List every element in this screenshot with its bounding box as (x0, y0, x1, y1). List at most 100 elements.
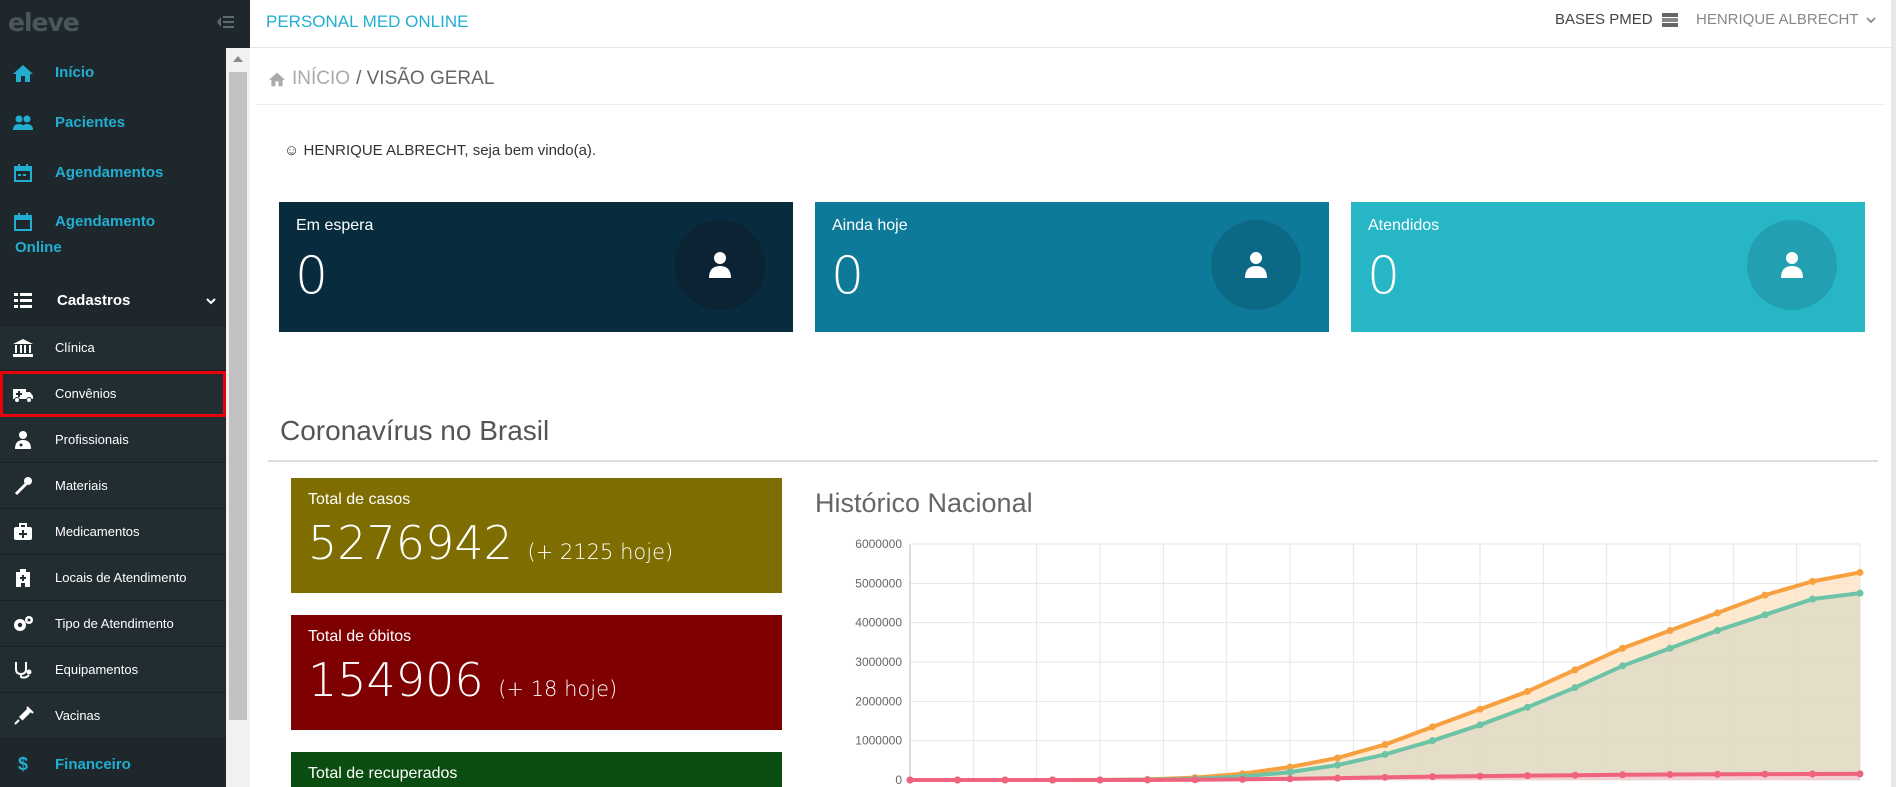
sidebar-item-tipo-de-atendimento[interactable]: Tipo de Atendimento (0, 601, 226, 647)
series-point (1714, 770, 1721, 778)
y-tick-label: 6000000 (855, 537, 902, 551)
sidebar-item-inicio[interactable]: Início (0, 48, 226, 98)
series-point (1381, 773, 1389, 781)
sidebar-item-agendamento-online[interactable]: Agendamento Online (0, 198, 226, 274)
sidebar-item-label: Locais de Atendimento (55, 570, 187, 585)
covid-section-title: Coronavírus no Brasil (280, 415, 550, 446)
sidebar-item-materiais[interactable]: Materiais (0, 463, 226, 509)
chart-title: Histórico Nacional (815, 488, 1033, 518)
series-point (1334, 754, 1341, 762)
smile-icon: ☺ (284, 142, 300, 159)
sidebar-scrollbar[interactable] (226, 48, 250, 787)
user-md-icon (15, 431, 31, 449)
series-point (1001, 776, 1009, 784)
sidebar-item-equipamentos[interactable]: Equipamentos (0, 647, 226, 693)
series-point (1809, 595, 1816, 603)
series-point (1191, 776, 1199, 784)
sidebar-item-pacientes[interactable]: Pacientes (0, 98, 226, 148)
sidebar-item-financeiro[interactable]: $ Financeiro (0, 739, 226, 787)
stat-number: 154906 (308, 653, 484, 707)
home-icon (269, 72, 285, 87)
stat-total-obitos: Total de óbitos 154906 (+ 18 hoje) (291, 615, 782, 730)
breadcrumb-home[interactable]: INÍCIO (292, 68, 350, 90)
breadcrumb: INÍCIO / VISÃO GERAL (268, 68, 494, 90)
series-point (1761, 611, 1769, 619)
sidebar-item-clinica[interactable]: Clínica (0, 326, 226, 371)
scrollbar-thumb[interactable] (229, 72, 247, 720)
sidebar-item-agendamentos[interactable]: Agendamentos (0, 148, 226, 198)
sidebar-logo-area: eleve (0, 0, 250, 48)
sidebar-item-label: Vacinas (55, 708, 101, 723)
bases-menu[interactable]: BASES PMED (1555, 11, 1679, 28)
calendar-icon (14, 164, 32, 182)
user-name: HENRIQUE ALBRECHT (1696, 11, 1859, 28)
sidebar-item-label-line2: Online (15, 239, 62, 256)
stat-title: Total de casos (308, 491, 411, 508)
series-point (1761, 770, 1769, 778)
card-value: 0 (1367, 246, 1401, 306)
database-icon (1661, 12, 1678, 27)
user-menu[interactable]: HENRIQUE ALBRECHT (1696, 11, 1877, 28)
sidebar-item-vacinas[interactable]: Vacinas (0, 693, 226, 739)
scroll-up-icon[interactable] (233, 56, 243, 62)
sidebar-item-label: Agendamentos (55, 164, 164, 181)
series-point (1666, 644, 1674, 652)
sidebar-item-profissionais[interactable]: Profissionais (0, 417, 226, 463)
bank-icon (13, 339, 33, 357)
series-point (1286, 768, 1294, 776)
y-tick-label: 5000000 (855, 576, 902, 590)
sidebar-item-label: Início (55, 64, 95, 81)
series-point (1239, 775, 1246, 783)
series-point (1429, 737, 1436, 745)
series-point (1381, 750, 1389, 758)
stat-delta: (+ 2125 hoje) (527, 540, 674, 564)
sidebar-item-label: Equipamentos (55, 662, 139, 677)
sidebar-item-label: Cadastros (57, 292, 131, 309)
user-icon (709, 252, 731, 278)
series-point (1809, 770, 1816, 778)
series-point (1571, 684, 1579, 692)
series-point (1334, 761, 1341, 769)
y-tick-label: 4000000 (855, 616, 902, 630)
series-point (1619, 644, 1626, 652)
series-point (1096, 776, 1104, 784)
stat-total-recuperados: Total de recuperados (291, 752, 782, 787)
card-em-espera: Em espera 0 (279, 202, 793, 332)
chart-svg: 0 1000000 2000000 3000000 4000000 5000000 6000… (855, 537, 1864, 787)
collapse-sidebar-icon[interactable] (216, 12, 236, 32)
series-point (1809, 577, 1816, 585)
chevron-down-icon (206, 298, 216, 305)
series-point (1619, 771, 1626, 779)
series-point (1666, 770, 1674, 778)
brand-title[interactable]: PERSONAL MED ONLINE (266, 12, 468, 32)
chevron-down-icon (1865, 16, 1876, 23)
card-title: Ainda hoje (832, 217, 908, 234)
stat-number: 5276942 (308, 516, 513, 570)
sidebar-item-locais-de-atendimento[interactable]: Locais de Atendimento (0, 555, 226, 601)
card-title: Em espera (296, 217, 374, 234)
users-icon (13, 115, 33, 130)
sidebar-item-label: Agendamento (55, 213, 156, 230)
card-icon-circle (1747, 220, 1837, 310)
series-point (1144, 776, 1151, 784)
card-ainda-hoje: Ainda hoje 0 (815, 202, 1329, 332)
sidebar-item-cadastros[interactable]: Cadastros (0, 274, 226, 326)
sidebar-item-medicamentos[interactable]: Medicamentos (0, 509, 226, 555)
card-value: 0 (295, 246, 329, 306)
series-point (1856, 568, 1864, 576)
sidebar-item-label: Medicamentos (55, 524, 140, 539)
series-point (1571, 771, 1579, 779)
stat-value: 5276942 (+ 2125 hoje) (308, 516, 673, 570)
divider (255, 104, 1885, 105)
y-tick-label: 2000000 (855, 694, 902, 708)
bases-label: BASES PMED (1555, 11, 1653, 28)
series-point (1381, 741, 1389, 749)
page-scrollbar[interactable] (1891, 0, 1896, 787)
series-point (1571, 666, 1579, 674)
series-point (1714, 609, 1721, 617)
series-point (1429, 723, 1436, 731)
series-point (1429, 773, 1436, 781)
logo: eleve (8, 8, 80, 37)
y-tick-label: 3000000 (855, 655, 902, 669)
sidebar-item-convenios[interactable]: Convênios (0, 371, 226, 417)
